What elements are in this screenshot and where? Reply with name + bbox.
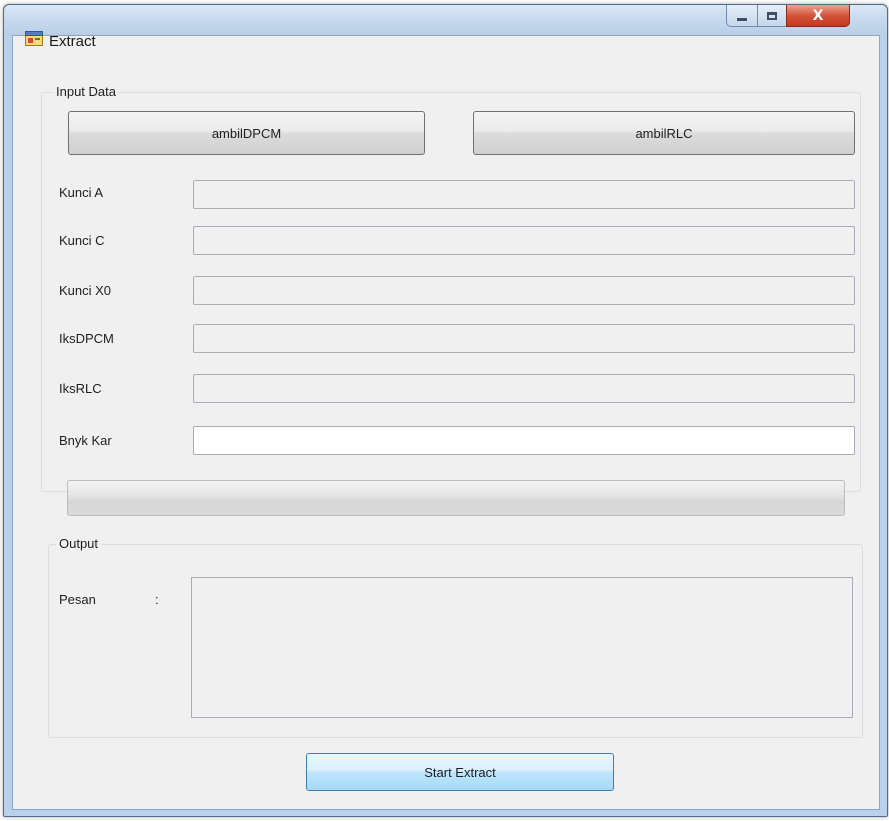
input-data-group-label: Input Data — [53, 84, 119, 99]
maximize-icon — [767, 11, 777, 20]
kunci-a-label: Kunci A — [59, 185, 104, 200]
form-client-area: Input Data ambilDPCM ambilRLC Kunci A Ku… — [12, 35, 880, 810]
pesan-label: Pesan — [59, 592, 96, 607]
kunci-c-field[interactable] — [193, 226, 855, 255]
ambil-rlc-button[interactable]: ambilRLC — [473, 111, 855, 155]
app-form-icon — [25, 31, 43, 46]
extract-window: X Input Data ambilDPCM ambilRLC Kunci A … — [3, 4, 888, 817]
close-icon: X — [812, 7, 824, 24]
iks-rlc-field[interactable] — [193, 374, 855, 403]
bnyk-kar-label: Bnyk Kar — [59, 433, 112, 448]
maximize-button[interactable] — [757, 5, 787, 27]
bnyk-kar-input[interactable] — [193, 426, 855, 455]
start-extract-button[interactable]: Start Extract — [306, 753, 614, 791]
window-title: Extract — [49, 33, 96, 50]
kunci-a-field[interactable] — [193, 180, 855, 209]
iks-rlc-label: IksRLC — [59, 381, 102, 396]
iks-dpcm-field[interactable] — [193, 324, 855, 353]
ambil-dpcm-button[interactable]: ambilDPCM — [68, 111, 425, 155]
kunci-x0-field[interactable] — [193, 276, 855, 305]
pesan-colon: : — [155, 592, 159, 607]
kunci-x0-label: Kunci X0 — [59, 283, 112, 298]
output-group-label: Output — [56, 536, 102, 551]
minimize-button[interactable] — [726, 5, 758, 27]
iks-dpcm-label: IksDPCM — [59, 331, 114, 346]
kunci-c-label: Kunci C — [59, 233, 105, 248]
close-button[interactable]: X — [786, 5, 850, 27]
minimize-icon — [737, 18, 747, 21]
pesan-output-textbox[interactable] — [191, 577, 853, 718]
extract-progress-bar — [67, 480, 845, 516]
